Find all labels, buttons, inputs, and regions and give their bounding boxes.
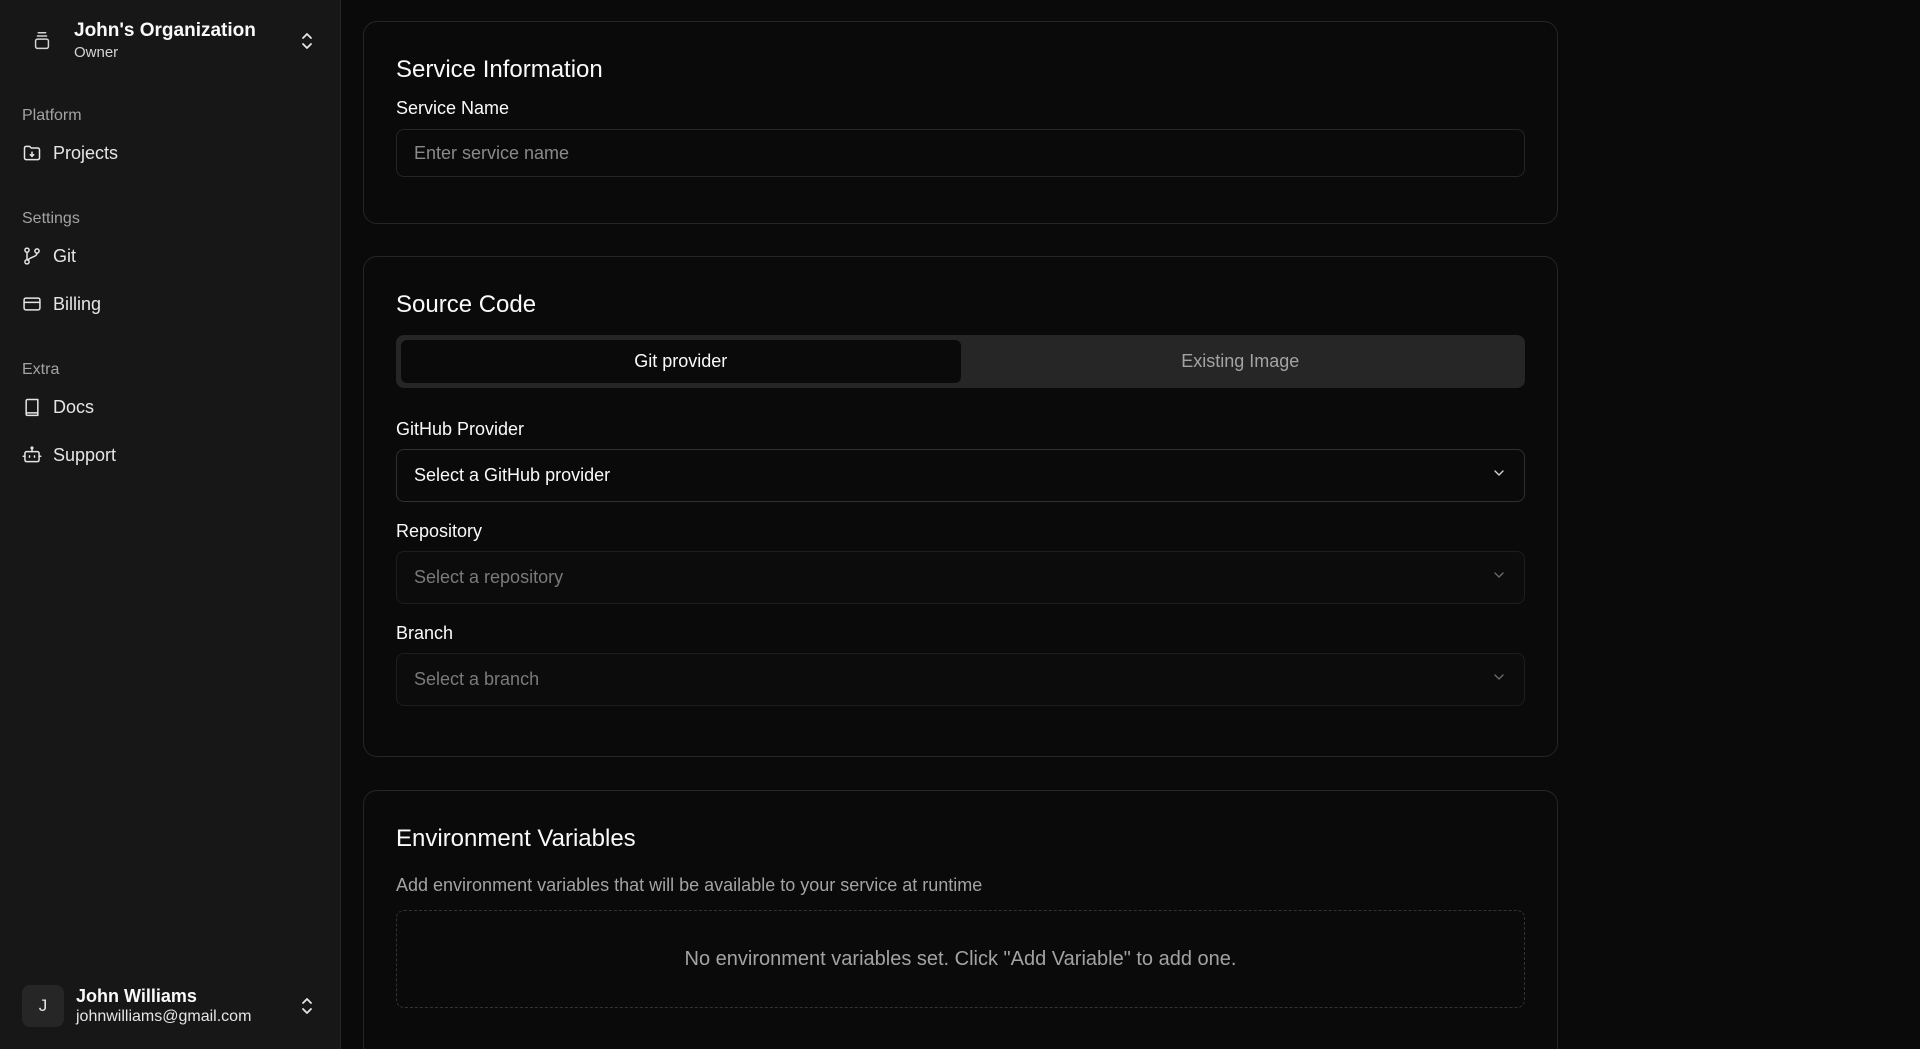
service-info-title: Service Information [396, 56, 603, 83]
repository-label: Repository [396, 521, 483, 541]
org-role: Owner [74, 44, 119, 61]
org-name: John's Organization [74, 20, 256, 41]
credit-card-icon [22, 294, 42, 314]
branch-select[interactable]: Select a branch [396, 653, 1525, 706]
sidebar-item-label: Docs [53, 396, 95, 417]
app-root: John's Organization Owner Platform Proje… [0, 0, 1920, 1049]
service-name-label: Service Name [396, 98, 510, 118]
github-provider-label: GitHub Provider [396, 419, 525, 439]
chevron-down-icon [1491, 669, 1507, 690]
tab-existing-image[interactable]: Existing Image [961, 340, 1521, 383]
sidebar-item-billing[interactable]: Billing [0, 284, 340, 324]
chevrons-up-down-icon[interactable] [296, 30, 318, 52]
chevrons-up-down-icon[interactable] [296, 995, 318, 1017]
sidebar-item-projects[interactable]: Projects [0, 133, 340, 173]
avatar: J [22, 985, 64, 1027]
github-provider-value: Select a GitHub provider [414, 465, 611, 485]
branch-value: Select a branch [414, 669, 540, 689]
chevron-down-icon [1491, 567, 1507, 588]
source-type-tabs: Git provider Existing Image [396, 335, 1525, 388]
sidebar: John's Organization Owner Platform Proje… [0, 0, 341, 1049]
env-vars-card: Environment Variables Add environment va… [363, 790, 1558, 1049]
repository-select[interactable]: Select a repository [396, 551, 1525, 604]
main-content: Service Information Service Name Source … [341, 0, 1920, 1049]
group-label-settings: Settings [22, 210, 80, 227]
env-vars-empty-state: No environment variables set. Click "Add… [396, 910, 1525, 1008]
service-info-card: Service Information Service Name [363, 21, 1558, 224]
source-code-card: Source Code Git provider Existing Image … [363, 256, 1558, 757]
sidebar-item-git[interactable]: Git [0, 236, 340, 276]
sidebar-item-support[interactable]: Support [0, 435, 340, 475]
branch-label: Branch [396, 623, 454, 643]
env-vars-title: Environment Variables [396, 825, 636, 852]
repository-value: Select a repository [414, 567, 564, 587]
sidebar-item-docs[interactable]: Docs [0, 387, 340, 427]
user-menu[interactable]: J John Williams johnwilliams@gmail.com [0, 963, 340, 1049]
sidebar-item-label: Support [53, 444, 117, 465]
env-vars-description: Add environment variables that will be a… [396, 875, 983, 895]
org-layers-icon [22, 21, 62, 61]
org-text: John's Organization Owner [74, 19, 296, 63]
chevron-down-icon [1491, 465, 1507, 486]
sidebar-item-label: Billing [53, 293, 102, 314]
book-icon [22, 397, 42, 417]
bot-icon [22, 445, 42, 465]
folder-icon [22, 143, 42, 163]
source-code-title: Source Code [396, 291, 537, 318]
org-switcher[interactable]: John's Organization Owner [0, 0, 340, 82]
user-name: John Williams [76, 986, 197, 1006]
service-name-input[interactable] [396, 129, 1525, 177]
group-label-platform: Platform [22, 107, 82, 124]
sidebar-item-label: Git [53, 245, 77, 266]
github-provider-select[interactable]: Select a GitHub provider [396, 449, 1525, 502]
env-vars-empty-text: No environment variables set. Click "Add… [684, 947, 1237, 970]
sidebar-item-label: Projects [53, 142, 119, 163]
user-email: johnwilliams@gmail.com [76, 1008, 252, 1025]
user-text: John Williams johnwilliams@gmail.com [76, 985, 296, 1027]
tab-git-provider[interactable]: Git provider [401, 340, 961, 383]
git-branch-icon [22, 246, 42, 266]
group-label-extra: Extra [22, 361, 60, 378]
